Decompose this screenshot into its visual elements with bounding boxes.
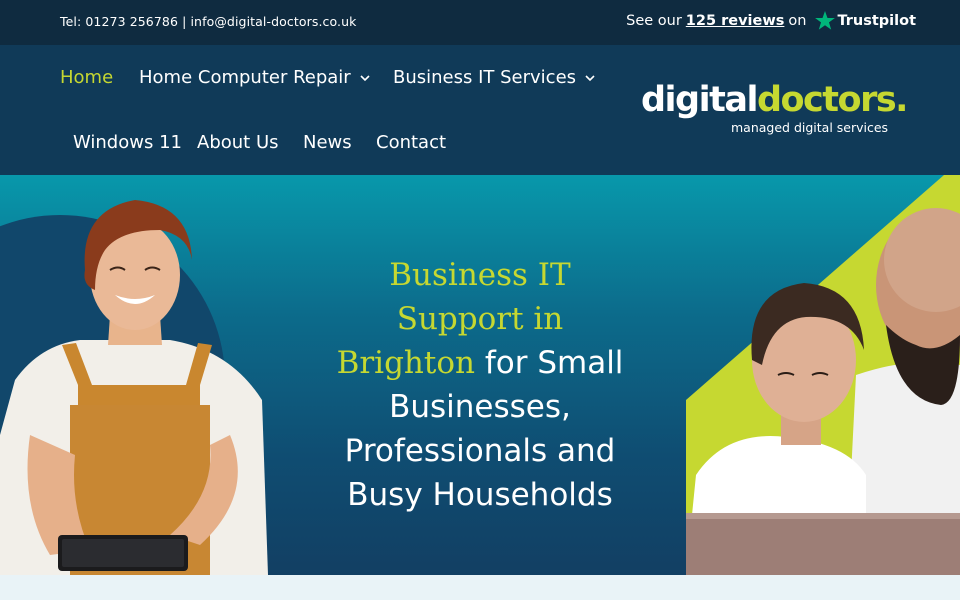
woman-with-tablet-image: [0, 200, 268, 575]
nav-contact[interactable]: Contact: [376, 132, 446, 153]
phone-link[interactable]: Tel: 01273 256786: [60, 14, 178, 29]
nav-business-it-services[interactable]: Business IT Services: [393, 67, 596, 88]
section-divider: [0, 575, 960, 600]
hero-heading-rest-1: for Small: [474, 345, 624, 381]
hero-heading-highlight-3: Brighton: [336, 345, 475, 381]
trustpilot-label: Trustpilot: [837, 12, 916, 29]
email-link[interactable]: info@digital-doctors.co.uk: [190, 14, 356, 29]
nav-news[interactable]: News: [303, 132, 352, 153]
father-and-son-laptop-image: [686, 175, 960, 575]
hero-heading-rest-3: Professionals and: [344, 433, 616, 469]
logo-tagline: managed digital services: [731, 120, 889, 135]
nav-home[interactable]: Home: [60, 67, 113, 88]
contact-info: Tel: 01273 256786 | info@digital-doctors…: [60, 14, 356, 29]
trustpilot-logo[interactable]: Trustpilot: [815, 11, 916, 30]
nav-about-us[interactable]: About Us: [197, 132, 279, 153]
nav-windows-11-label: Windows 11: [73, 132, 182, 153]
reviews-banner: See our 125 reviews on Trustpilot: [626, 11, 916, 30]
nav-home-computer-repair-label: Home Computer Repair: [139, 67, 351, 88]
hero-heading-highlight-2: Support in: [396, 301, 564, 337]
trustpilot-star-icon: [815, 11, 836, 30]
chevron-down-icon: [584, 72, 596, 84]
hero-heading-rest-4: Busy Households: [347, 477, 613, 513]
logo-wordmark: digitaldoctors.: [641, 80, 908, 120]
reviews-suffix: on: [788, 12, 807, 29]
chevron-down-icon: [359, 72, 371, 84]
top-bar: Tel: 01273 256786 | info@digital-doctors…: [0, 0, 960, 45]
hero-heading-rest-2: Businesses,: [389, 389, 571, 425]
nav-news-label: News: [303, 132, 352, 153]
nav-business-it-services-label: Business IT Services: [393, 67, 577, 88]
contact-separator: |: [182, 14, 187, 29]
site-logo[interactable]: digitaldoctors. managed digital services: [641, 79, 916, 137]
hero-heading-highlight-1: Business IT: [389, 257, 571, 293]
nav-windows-11[interactable]: Windows 11: [73, 132, 182, 153]
nav-home-computer-repair[interactable]: Home Computer Repair: [139, 67, 371, 88]
reviews-prefix: See our: [626, 12, 682, 29]
reviews-count-link[interactable]: 125 reviews: [686, 13, 785, 29]
hero-heading: Business IT Support in Brighton for Smal…: [300, 253, 660, 517]
nav-contact-label: Contact: [376, 132, 447, 153]
main-nav: Home Home Computer Repair Business IT Se…: [0, 45, 960, 175]
nav-home-label: Home: [60, 67, 114, 88]
nav-about-us-label: About Us: [197, 132, 279, 153]
hero-section: Business IT Support in Brighton for Smal…: [0, 175, 960, 575]
